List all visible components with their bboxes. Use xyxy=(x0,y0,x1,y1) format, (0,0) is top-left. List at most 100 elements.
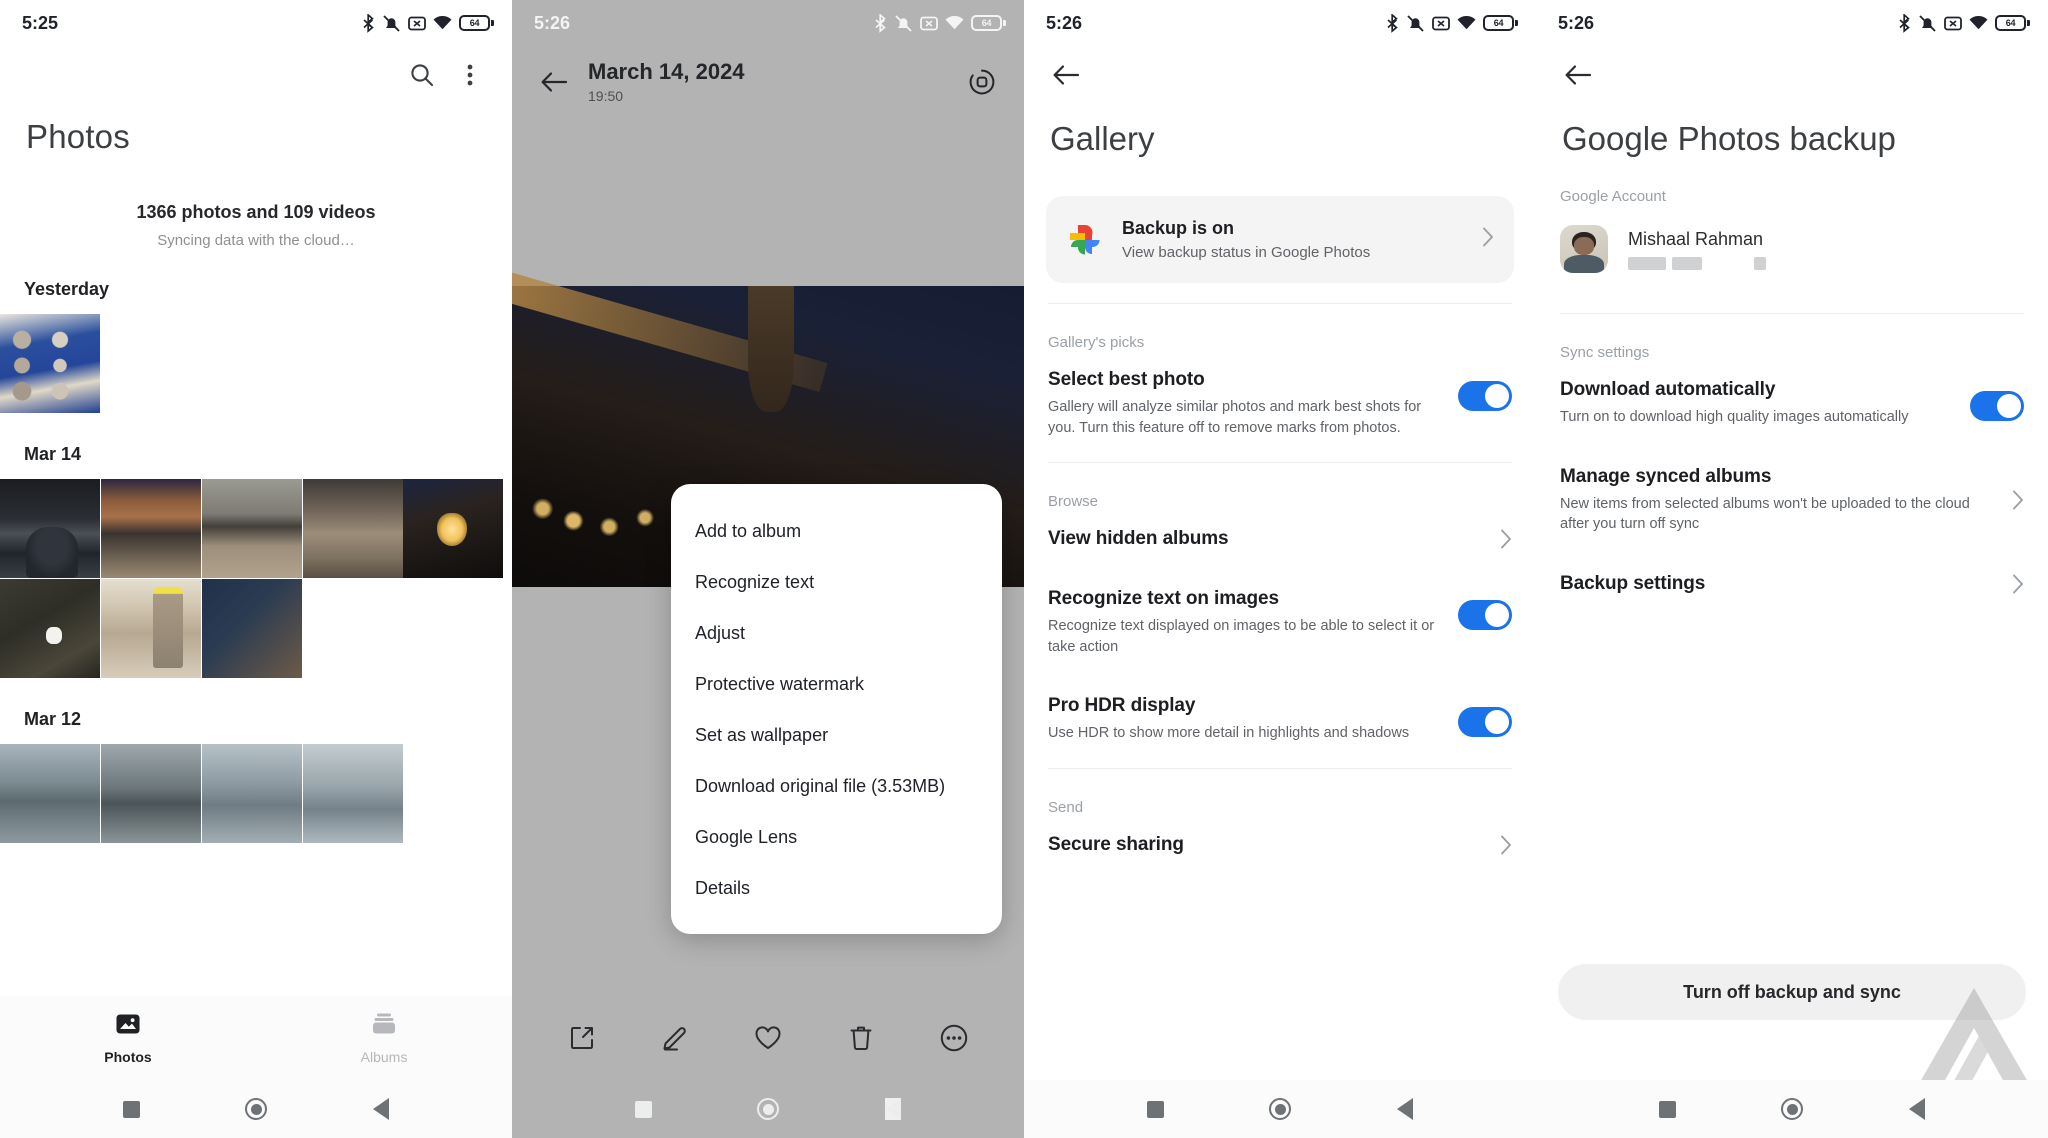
row-title: Pro HDR display xyxy=(1048,695,1196,717)
row-secure-sharing[interactable]: Secure sharing xyxy=(1024,816,1536,856)
lens-circle-icon[interactable] xyxy=(958,58,1006,106)
toggle-download-automatically[interactable] xyxy=(1970,391,2024,421)
menu-item-adjust[interactable]: Adjust xyxy=(671,608,1002,659)
toggle-recognize-text-on-images[interactable] xyxy=(1458,600,1512,631)
square-icon[interactable] xyxy=(1146,1100,1164,1118)
android-authority-watermark xyxy=(1916,986,2034,1090)
row-manage-synced-albums[interactable]: Manage synced albums New items from sele… xyxy=(1536,448,2048,555)
photo-thumb[interactable] xyxy=(0,314,100,413)
divider xyxy=(1048,767,1512,769)
back-arrow-icon[interactable] xyxy=(1042,51,1090,99)
viewer-action-toolbar xyxy=(512,996,1024,1080)
triangle-back-icon[interactable] xyxy=(1909,1098,1926,1120)
circle-icon[interactable] xyxy=(1781,1098,1804,1120)
chevron-right-icon xyxy=(1482,227,1494,252)
page-title: Google Photos backup xyxy=(1562,120,1896,157)
triangle-back-icon[interactable] xyxy=(885,1098,902,1120)
more-vertical-icon[interactable] xyxy=(446,51,494,99)
toggle-pro-hdr-display[interactable] xyxy=(1458,707,1512,738)
row-view-hidden-albums[interactable]: View hidden albums xyxy=(1024,510,1536,570)
square-icon[interactable] xyxy=(122,1100,140,1118)
row-select-best-photo[interactable]: Select best photo Gallery will analyze s… xyxy=(1024,351,1536,458)
library-summary: 1366 photos and 109 videos Syncing data … xyxy=(0,202,512,249)
wifi-icon xyxy=(945,15,964,29)
chevron-right-icon xyxy=(1500,835,1512,855)
status-bar-viewer: 5:26 64 xyxy=(512,0,1024,46)
back-arrow-icon[interactable] xyxy=(1554,51,1602,99)
menu-item-details[interactable]: Details xyxy=(671,863,1002,914)
viewer-date-title: March 14, 2024 xyxy=(588,58,745,84)
row-recognize-text-on-images[interactable]: Recognize text on images Recognize text … xyxy=(1024,570,1536,677)
status-time: 5:26 xyxy=(534,12,571,33)
nav-tab-photos[interactable]: Photos xyxy=(0,1011,256,1065)
date-header-mar14: Mar 14 xyxy=(24,444,82,464)
backup-card-subtitle: View backup status in Google Photos xyxy=(1122,244,1371,261)
photo-thumb[interactable] xyxy=(0,744,100,843)
no-sim-icon xyxy=(1432,16,1450,30)
status-icons: 64 xyxy=(874,13,1006,33)
row-pro-hdr-display[interactable]: Pro HDR display Use HDR to show more det… xyxy=(1024,677,1536,764)
status-time: 5:26 xyxy=(1558,12,1595,33)
menu-item-google-lens[interactable]: Google Lens xyxy=(671,812,1002,863)
toggle-select-best-photo[interactable] xyxy=(1458,381,1512,411)
heart-icon[interactable] xyxy=(744,1014,792,1062)
wifi-icon xyxy=(1969,15,1988,29)
row-subtitle: Turn on to download high quality images … xyxy=(1560,409,1909,425)
backup-card-title: Backup is on xyxy=(1122,218,1235,238)
row-subtitle: Gallery will analyze similar photos and … xyxy=(1048,399,1422,436)
status-time: 5:25 xyxy=(22,12,59,33)
menu-item-download-original-file[interactable]: Download original file (3.53MB) xyxy=(671,761,1002,812)
silent-mode-icon xyxy=(383,14,400,32)
photo-thumb[interactable] xyxy=(101,579,201,678)
circle-icon[interactable] xyxy=(1269,1098,1292,1120)
photo-thumb[interactable] xyxy=(0,579,100,678)
photo-thumb[interactable] xyxy=(202,744,302,843)
search-icon[interactable] xyxy=(398,51,446,99)
bluetooth-icon xyxy=(875,13,886,33)
trash-icon[interactable] xyxy=(837,1014,885,1062)
backup-status-card[interactable]: Backup is on View backup status in Googl… xyxy=(1046,196,1514,283)
section-label-sync-settings: Sync settings xyxy=(1560,344,1650,361)
square-icon[interactable] xyxy=(634,1100,652,1118)
menu-item-add-to-album[interactable]: Add to album xyxy=(671,506,1002,557)
photo-thumb[interactable] xyxy=(101,479,201,578)
menu-item-recognize-text[interactable]: Recognize text xyxy=(671,557,1002,608)
no-sim-icon xyxy=(408,16,426,30)
sync-status-text: Syncing data with the cloud… xyxy=(157,232,355,249)
triangle-back-icon[interactable] xyxy=(373,1098,390,1120)
photo-thumb[interactable] xyxy=(303,479,403,578)
status-icons: 64 xyxy=(1898,13,2030,33)
share-icon[interactable] xyxy=(558,1014,606,1062)
nav-tab-albums[interactable]: Albums xyxy=(256,1011,512,1065)
nav-tab-photos-label: Photos xyxy=(104,1049,152,1065)
section-label-google-account: Google Account xyxy=(1560,188,1666,205)
menu-item-protective-watermark[interactable]: Protective watermark xyxy=(671,659,1002,710)
account-row[interactable]: Mishaal Rahman xyxy=(1536,205,2048,273)
row-title: Select best photo xyxy=(1048,369,1205,390)
bluetooth-icon xyxy=(1899,13,1910,33)
photo-thumb[interactable] xyxy=(303,744,403,843)
photos-toolbar xyxy=(0,46,512,104)
photo-thumb[interactable] xyxy=(403,479,503,578)
bottom-navigation: Photos Albums xyxy=(0,996,512,1080)
photo-thumb[interactable] xyxy=(202,479,302,578)
triangle-back-icon[interactable] xyxy=(1397,1098,1414,1120)
photo-thumb[interactable] xyxy=(0,479,100,578)
circle-icon[interactable] xyxy=(245,1098,268,1120)
edit-pencil-icon[interactable] xyxy=(651,1014,699,1062)
circle-icon[interactable] xyxy=(757,1098,780,1120)
photo-thumb[interactable] xyxy=(202,579,302,678)
back-arrow-icon[interactable] xyxy=(530,58,578,106)
square-icon[interactable] xyxy=(1658,1100,1676,1118)
battery-icon: 64 xyxy=(1483,15,1518,31)
page-title: Photos xyxy=(26,118,130,155)
menu-item-set-as-wallpaper[interactable]: Set as wallpaper xyxy=(671,710,1002,761)
more-horizontal-icon[interactable] xyxy=(930,1014,978,1062)
row-backup-settings[interactable]: Backup settings xyxy=(1536,555,2048,615)
system-navigation-bar xyxy=(1024,1080,1536,1138)
silent-mode-icon xyxy=(895,14,912,32)
row-download-automatically[interactable]: Download automatically Turn on to downlo… xyxy=(1536,361,2048,448)
photo-thumb[interactable] xyxy=(101,744,201,843)
gallery-toolbar xyxy=(1024,46,1536,104)
battery-icon: 64 xyxy=(459,15,494,31)
